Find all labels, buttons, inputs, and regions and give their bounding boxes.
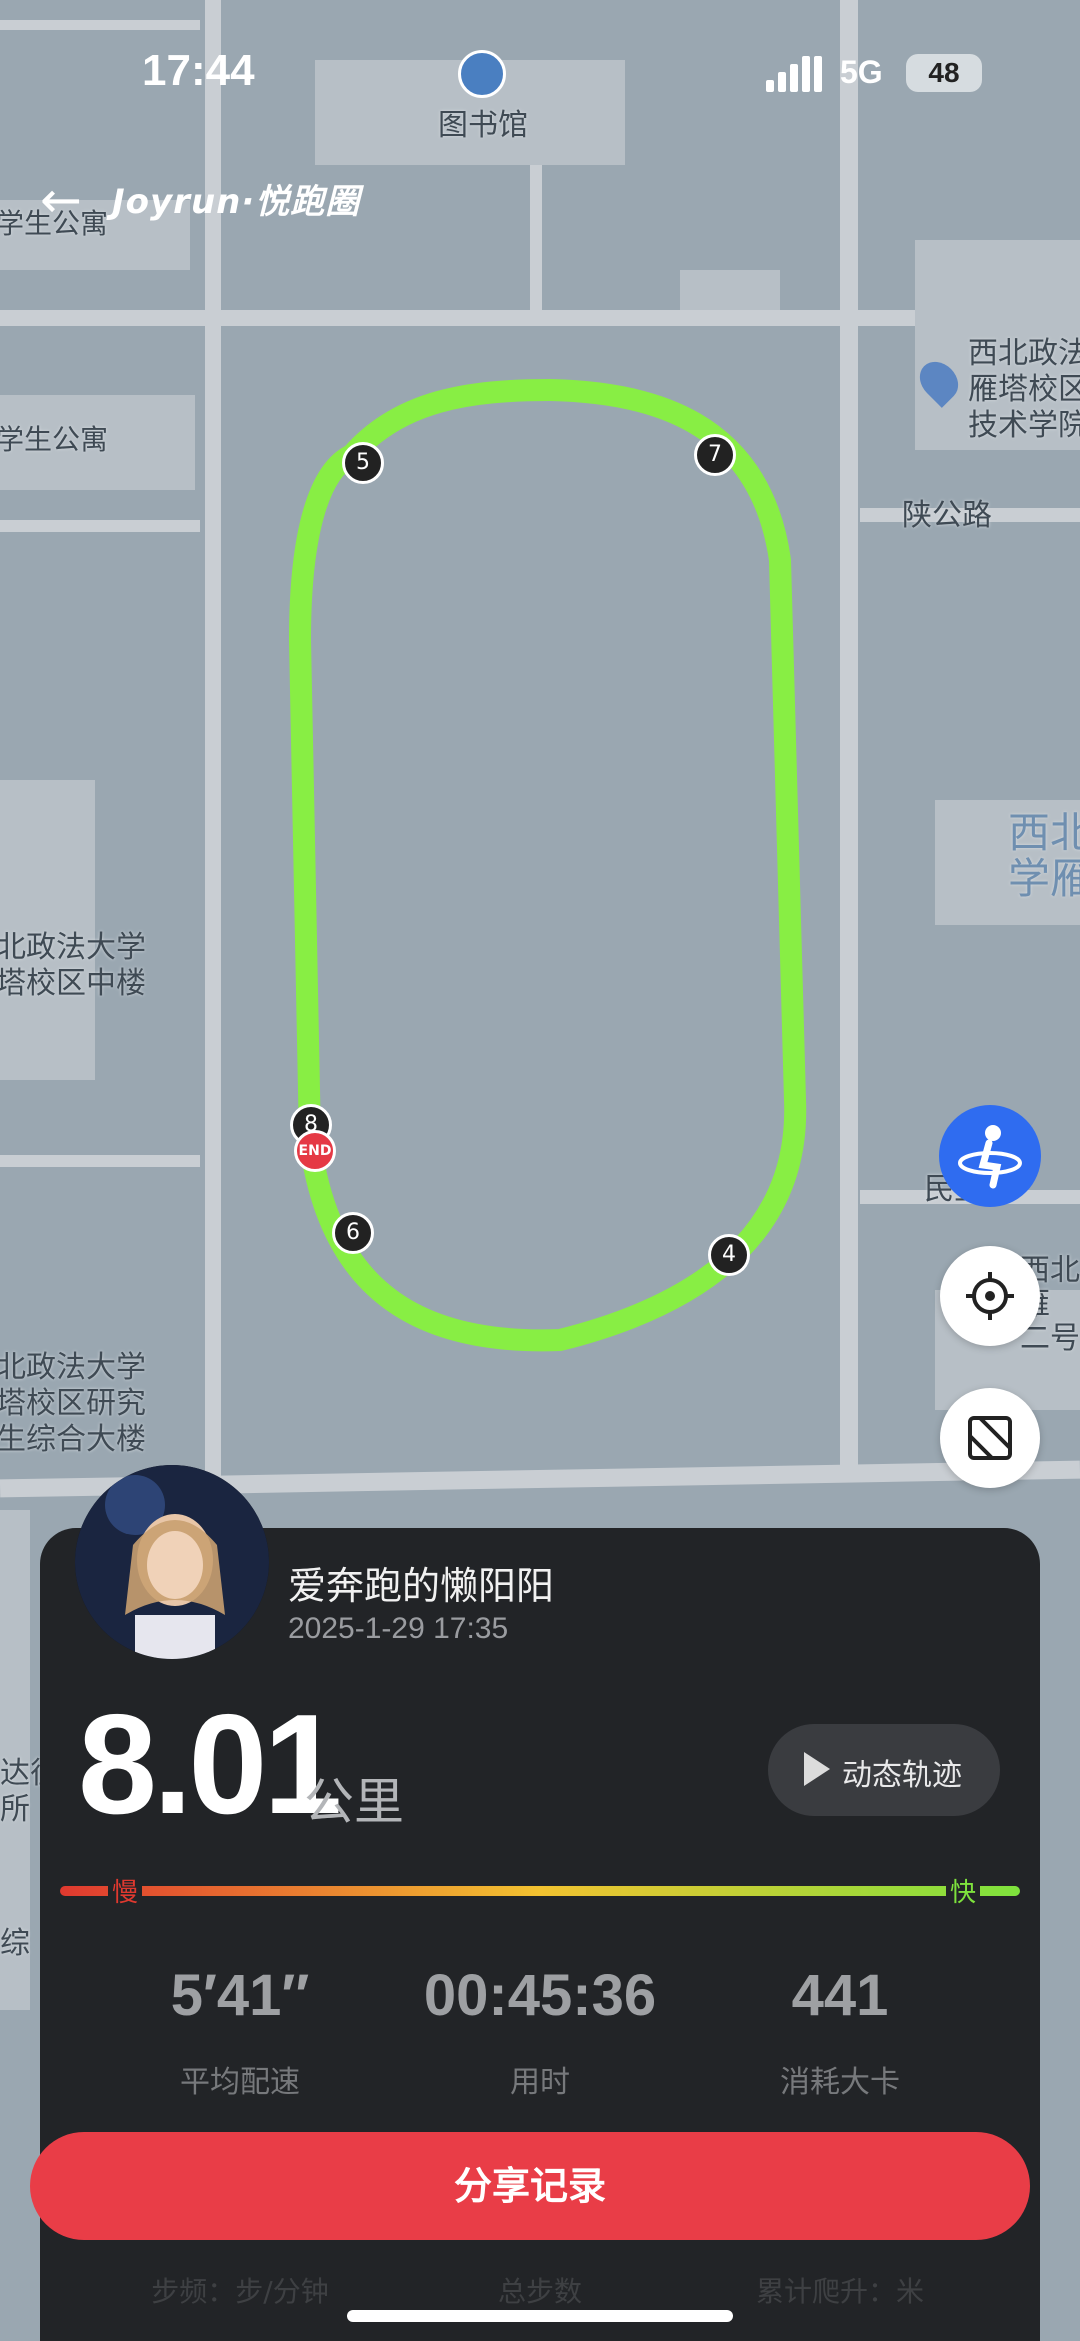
avatar[interactable]	[75, 1465, 269, 1659]
username: 爱奔跑的懒阳阳	[288, 1564, 555, 1608]
map-layer-glyph	[968, 1416, 1012, 1460]
avatar-image	[75, 1465, 269, 1659]
distance-value: 8.01	[78, 1685, 342, 1844]
km-marker-4[interactable]: 4	[708, 1234, 750, 1276]
stat-calories-label: 消耗大卡	[780, 2065, 900, 2100]
status-bar: 17:44 5G 48	[0, 40, 1080, 110]
runner-glyph	[958, 1125, 1022, 1189]
replay-label: 动态轨迹	[842, 1758, 962, 1793]
stat-duration-value: 00:45:36	[423, 1963, 657, 2028]
crosshair-glyph	[966, 1272, 1014, 1320]
stat-cadence-label: 步频：步/分钟	[151, 2275, 329, 2308]
route-track	[289, 379, 807, 1352]
pace-gradient-bar	[60, 1886, 1020, 1896]
stat-avg-pace-value: 5′41′′	[170, 1963, 310, 2028]
km-marker-6[interactable]: 6	[332, 1212, 374, 1254]
back-arrow-icon[interactable]: ←	[40, 175, 92, 225]
status-time: 17:44	[142, 46, 255, 95]
stat-avg-pace-label: 平均配速	[180, 2065, 300, 2100]
crosshair-icon[interactable]	[940, 1246, 1040, 1346]
end-marker[interactable]: END	[294, 1130, 336, 1172]
replay-track-button[interactable]: 动态轨迹	[768, 1724, 1000, 1816]
map-layer-icon[interactable]	[940, 1388, 1040, 1488]
signal-icon	[766, 56, 822, 92]
stat-duration-label: 用时	[510, 2065, 570, 2100]
km-marker-5[interactable]: 5	[342, 442, 384, 484]
home-indicator[interactable]	[347, 2310, 733, 2322]
share-record-button[interactable]: 分享记录	[30, 2132, 1030, 2240]
runner-icon[interactable]	[939, 1105, 1041, 1207]
pace-slow-label: 慢	[108, 1872, 143, 1909]
battery-icon: 48	[906, 54, 982, 92]
distance-unit: 公里	[304, 1773, 404, 1831]
run-datetime: 2025-1-29 17:35	[288, 1612, 509, 1645]
play-icon	[804, 1752, 830, 1786]
pace-fast-label: 快	[946, 1872, 981, 1909]
brand-logo: Joyrun·悦跑圈	[112, 182, 361, 222]
stat-steps-label: 总步数	[497, 2275, 582, 2308]
stat-calories-value: 441	[791, 1963, 889, 2028]
network-type: 5G	[840, 54, 883, 90]
km-marker-7[interactable]: 7	[694, 434, 736, 476]
stat-climb-label: 累计爬升：米	[755, 2275, 924, 2308]
